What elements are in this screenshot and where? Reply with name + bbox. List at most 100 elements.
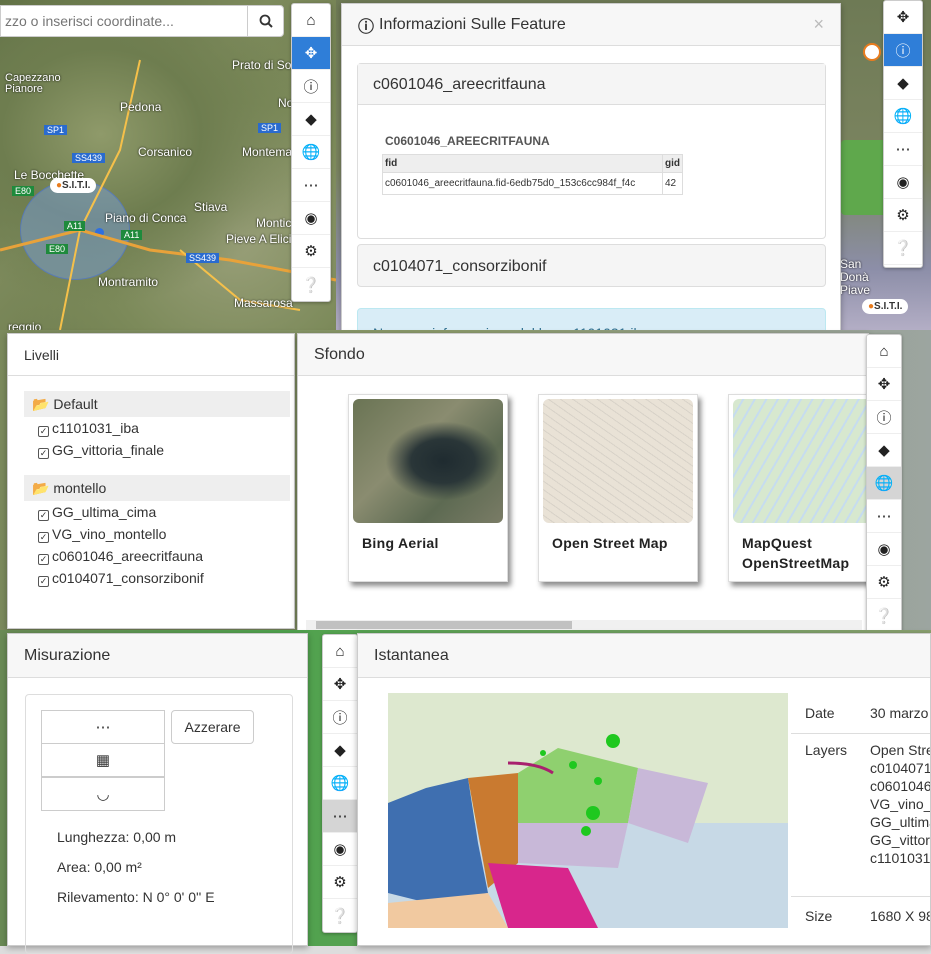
layer-group[interactable]: 📂 Default — [24, 391, 290, 417]
info-button[interactable]: ⓘ — [323, 701, 357, 734]
layer-item[interactable]: ✓ GG_vittoria_finale — [8, 439, 294, 461]
table-cell: 42 — [662, 172, 683, 195]
snapshot-button[interactable]: ◉ — [323, 833, 357, 866]
basemap-button[interactable]: 🌐 — [867, 467, 901, 500]
search-input[interactable] — [1, 6, 247, 36]
meta-label: Size — [805, 908, 833, 924]
snapshot-button[interactable]: ◉ — [867, 533, 901, 566]
layer-item[interactable]: ✓ GG_ultima_cima — [8, 501, 294, 523]
feature-layer-header[interactable]: c0601046_areecritfauna — [358, 64, 825, 105]
measure-button[interactable]: ⋯ — [323, 800, 357, 833]
checkbox[interactable]: ✓ — [38, 510, 49, 521]
settings-button[interactable]: ⚙ — [884, 199, 922, 232]
ruler-icon: ⋯ — [95, 719, 111, 736]
basemap-card-osm[interactable]: Open Street Map — [538, 394, 698, 582]
help-button[interactable]: ❔ — [292, 268, 330, 301]
help-button[interactable]: ❔ — [323, 899, 357, 932]
place-label: Stiava — [194, 200, 228, 214]
meta-value: 30 marzo — [870, 705, 929, 721]
camera-icon: ◉ — [896, 174, 910, 191]
checkbox[interactable]: ✓ — [38, 426, 49, 437]
layer-item[interactable]: ✓ VG_vino_montello — [8, 523, 294, 545]
measure-distance-button[interactable]: ⋯ — [41, 710, 165, 744]
road-shield: E80 — [12, 186, 35, 196]
place-label: Corsanico — [138, 145, 193, 159]
snapshot-panel: Istantanea Date 30 marzo Layers Open Str… — [357, 633, 931, 946]
layers-panel: Livelli 📂 Default ✓ c1101031_iba ✓ GG_vitt… — [7, 333, 295, 629]
pan-button[interactable]: ✥ — [323, 668, 357, 701]
snapshot-button[interactable]: ◉ — [884, 166, 922, 199]
place-label: Capezzano Pianore — [5, 72, 61, 95]
siti-logo: ●S.I.T.I. — [50, 178, 97, 193]
layers-button[interactable]: ◆ — [884, 67, 922, 100]
settings-button[interactable]: ⚙ — [323, 866, 357, 899]
help-button[interactable]: ❔ — [867, 599, 901, 632]
road-shield: SS439 — [186, 253, 220, 263]
length-readout: Lunghezza: 0,00 m — [57, 829, 177, 845]
panel-title: Livelli — [24, 346, 60, 363]
globe-icon: 🌐 — [874, 475, 894, 492]
horizontal-scrollbar[interactable] — [306, 620, 862, 630]
checkbox[interactable]: ✓ — [38, 554, 49, 565]
meta-value: 1680 X 98 — [870, 908, 931, 924]
measure-button[interactable]: ⋯ — [884, 133, 922, 166]
basemap-card-mapquest[interactable]: MapQuest OpenStreetMap — [728, 394, 868, 582]
home-icon: ⌂ — [306, 11, 316, 29]
pan-button[interactable]: ✥ — [292, 37, 330, 70]
home-button[interactable]: ⌂ — [323, 635, 357, 668]
basemap-label: MapQuest OpenStreetMap — [742, 535, 850, 571]
basemap-button[interactable]: 🌐 — [884, 100, 922, 133]
camera-icon: ◉ — [304, 210, 318, 227]
snapshot-button[interactable]: ◉ — [292, 202, 330, 235]
info-button[interactable]: ⓘ — [292, 70, 330, 103]
settings-button[interactable]: ⚙ — [292, 235, 330, 268]
basemap-card-bing[interactable]: Bing Aerial — [348, 394, 508, 582]
road-shield: SP1 — [258, 123, 282, 133]
road-shield: A11 — [64, 221, 86, 231]
settings-button[interactable]: ⚙ — [867, 566, 901, 599]
move-icon: ✥ — [333, 676, 347, 693]
home-button[interactable]: ⌂ — [292, 4, 330, 37]
home-button[interactable]: ⌂ — [867, 335, 901, 368]
close-icon[interactable]: × — [813, 14, 824, 35]
pan-button[interactable]: ✥ — [884, 1, 922, 34]
map-toolbar: ⌂ ✥ ⓘ ◆ 🌐 ⋯ ◉ ⚙ ❔ — [291, 3, 331, 302]
scrollbar-thumb[interactable] — [316, 621, 572, 629]
measure-button[interactable]: ⋯ — [292, 169, 330, 202]
measure-button[interactable]: ⋯ — [867, 500, 901, 533]
checkbox[interactable]: ✓ — [38, 532, 49, 543]
checkbox[interactable]: ✓ — [38, 576, 49, 587]
basemap-button[interactable]: 🌐 — [323, 767, 357, 800]
road-shield: E80 — [46, 244, 69, 254]
layer-group[interactable]: 📂 montello — [24, 475, 290, 501]
layers-button[interactable]: ◆ — [292, 103, 330, 136]
gear-icon: ⚙ — [333, 874, 347, 891]
info-button[interactable]: ⓘ — [884, 34, 922, 67]
map-toolbar: ⌂ ✥ ⓘ ◆ 🌐 ⋯ ◉ ⚙ ❔ — [322, 634, 358, 933]
move-icon: ✥ — [304, 45, 318, 62]
layers-button[interactable]: ◆ — [867, 434, 901, 467]
feature-layer-header[interactable]: c0104071_consorzibonif — [357, 244, 826, 287]
measure-bearing-button[interactable]: ◡ — [41, 777, 165, 811]
reset-button[interactable]: Azzerare — [171, 710, 254, 744]
layer-item[interactable]: ✓ c1101031_iba — [8, 417, 294, 439]
search-button[interactable] — [247, 6, 283, 36]
panel-header: Livelli — [8, 334, 294, 376]
meta-value: GG_vittor — [870, 832, 930, 848]
pan-button[interactable]: ✥ — [867, 368, 901, 401]
camera-icon: ◉ — [877, 541, 891, 558]
place-label: Montema — [242, 145, 293, 159]
layer-item[interactable]: ✓ c0601046_areecritfauna — [8, 545, 294, 567]
globe-icon: 🌐 — [301, 144, 321, 161]
place-label: Montic — [256, 216, 292, 230]
feature-section: c0601046_areecritfauna C0601046_AREECRIT… — [357, 63, 826, 239]
layers-button[interactable]: ◆ — [323, 734, 357, 767]
checkbox[interactable]: ✓ — [38, 448, 49, 459]
folder-icon: 📂 — [32, 480, 50, 496]
basemap-button[interactable]: 🌐 — [292, 136, 330, 169]
map-view-left[interactable]: Capezzano Pianore Pedona Corsanico Monte… — [0, 0, 336, 336]
layer-item[interactable]: ✓ c0104071_consorzibonif — [8, 567, 294, 589]
measure-area-button[interactable]: ▦ — [41, 743, 165, 777]
info-button[interactable]: ⓘ — [867, 401, 901, 434]
help-button[interactable]: ❔ — [884, 232, 922, 265]
